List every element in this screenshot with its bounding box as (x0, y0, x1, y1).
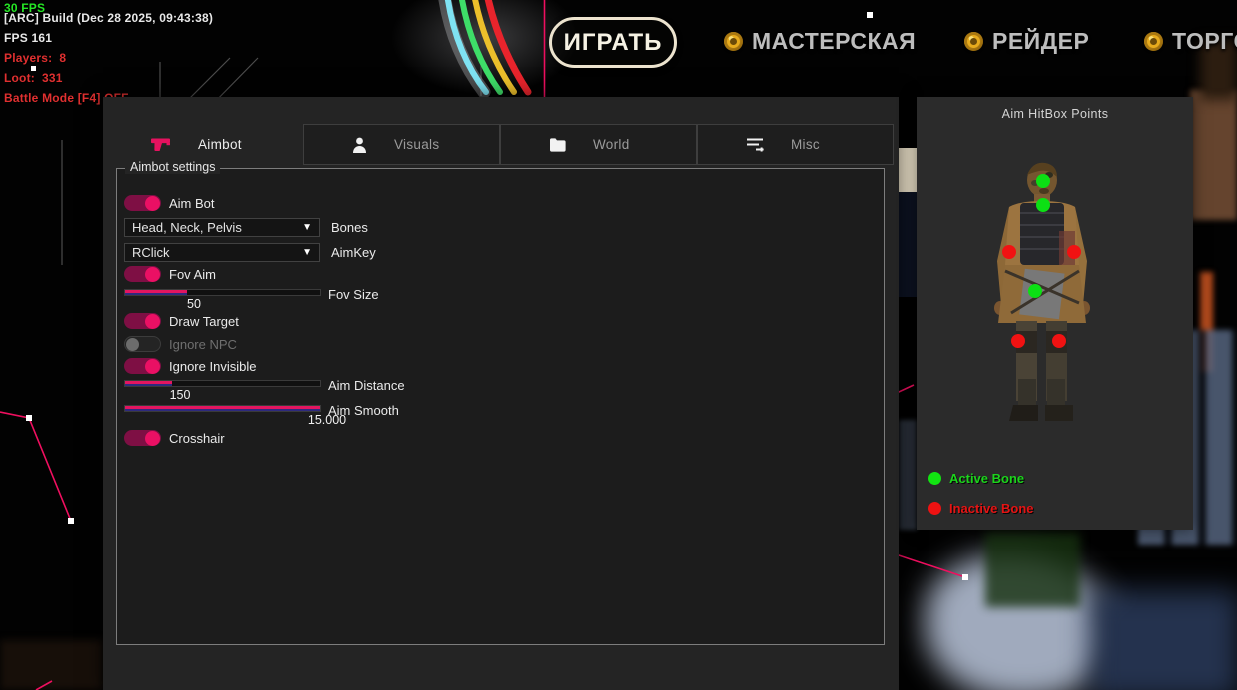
hitbox-preview-panel: Aim HitBox Points (917, 97, 1193, 530)
bones-label: Bones (331, 220, 368, 235)
bones-dropdown-value: Head, Neck, Pelvis (132, 220, 302, 235)
tab-visuals[interactable]: Visuals (303, 124, 500, 165)
bone-dot-pelvis[interactable] (1028, 284, 1042, 298)
aim-smooth-slider[interactable] (124, 405, 321, 412)
folder-icon (549, 138, 566, 152)
bone-dot-right-arm[interactable] (1067, 245, 1081, 259)
slider-fill (125, 290, 187, 295)
tab-label: Visuals (394, 137, 439, 152)
toggle-knob (145, 314, 160, 329)
ignore-invisible-label: Ignore Invisible (169, 359, 256, 374)
coin-icon (964, 32, 983, 51)
aimkey-label: AimKey (331, 245, 376, 260)
aimbot-settings-group: Aimbot settings Aim Bot Head, Neck, Pelv… (116, 168, 885, 645)
legend-label: Inactive Bone (949, 501, 1034, 516)
crosshair-label: Crosshair (169, 431, 225, 446)
menu-item-label: ТОРГО (1172, 28, 1237, 55)
chevron-down-icon: ▼ (302, 223, 312, 233)
tab-label: Misc (791, 137, 820, 152)
cheat-menu-panel: Aimbot Visuals World Misc (103, 97, 899, 690)
fov-aim-label: Fov Aim (169, 267, 216, 282)
hud-players: Players: 8 (4, 51, 66, 65)
aim-distance-value: 150 (160, 388, 200, 402)
game-screen: 30 FPS [ARC] Build (Dec 28 2025, 09:43:3… (0, 0, 1237, 690)
draw-target-label: Draw Target (169, 314, 239, 329)
pistol-icon (151, 137, 171, 152)
sliders-icon (746, 137, 764, 152)
coin-icon (724, 32, 743, 51)
toggle-knob (126, 338, 139, 351)
crosshair-toggle[interactable] (124, 430, 161, 446)
bone-dot-right-knee[interactable] (1052, 334, 1066, 348)
legend-label: Active Bone (949, 471, 1024, 486)
tab-label: World (593, 137, 630, 152)
tab-world[interactable]: World (500, 124, 697, 165)
ignore-npc-toggle[interactable] (124, 336, 161, 352)
aim-bot-label: Aim Bot (169, 196, 215, 211)
person-icon (352, 137, 367, 153)
bone-dot-head[interactable] (1036, 174, 1050, 188)
toggle-knob (145, 196, 160, 211)
ignore-invisible-toggle[interactable] (124, 358, 161, 374)
aim-smooth-label: Aim Smooth (328, 403, 399, 418)
hud-build-info: [ARC] Build (Dec 28 2025, 09:43:38) (4, 11, 213, 25)
tab-misc[interactable]: Misc (697, 124, 894, 165)
bone-dot-left-arm[interactable] (1002, 245, 1016, 259)
bone-dot-left-knee[interactable] (1011, 334, 1025, 348)
fov-size-slider[interactable] (124, 289, 321, 296)
menu-item-workshop[interactable]: МАСТЕРСКАЯ (724, 28, 916, 55)
tab-bar: Aimbot Visuals World Misc (103, 124, 899, 165)
legend-inactive-bone: Inactive Bone (928, 501, 1034, 516)
group-title: Aimbot settings (125, 160, 220, 174)
menu-item-label: МАСТЕРСКАЯ (752, 28, 916, 55)
fov-aim-toggle[interactable] (124, 266, 161, 282)
fov-size-value: 50 (174, 297, 214, 311)
bones-dropdown[interactable]: Head, Neck, Pelvis ▼ (124, 218, 320, 237)
menu-item-raider[interactable]: РЕЙДЕР (964, 28, 1089, 55)
toggle-knob (145, 431, 160, 446)
slider-fill (125, 406, 320, 411)
chevron-down-icon: ▼ (302, 248, 312, 258)
ignore-npc-label: Ignore NPC (169, 337, 237, 352)
aimkey-dropdown[interactable]: RClick ▼ (124, 243, 320, 262)
draw-target-toggle[interactable] (124, 313, 161, 329)
rainbow-sign (444, 0, 528, 92)
aim-distance-slider[interactable] (124, 380, 321, 387)
legend-active-bone: Active Bone (928, 471, 1024, 486)
play-button[interactable]: ИГРАТЬ (549, 17, 677, 68)
toggle-knob (145, 359, 160, 374)
toggle-knob (145, 267, 160, 282)
slider-fill (125, 381, 172, 386)
hitbox-points-layer (917, 97, 1193, 530)
tab-aimbot[interactable]: Aimbot (103, 124, 303, 165)
bone-dot-neck[interactable] (1036, 198, 1050, 212)
coin-icon (1144, 32, 1163, 51)
hud-fps: FPS 161 (4, 31, 52, 45)
menu-item-trade[interactable]: ТОРГО (1144, 28, 1237, 55)
menu-item-label: РЕЙДЕР (992, 28, 1089, 55)
aim-bot-toggle[interactable] (124, 195, 161, 211)
aimkey-dropdown-value: RClick (132, 245, 302, 260)
fov-size-label: Fov Size (328, 287, 379, 302)
green-dot-icon (928, 472, 941, 485)
play-button-label: ИГРАТЬ (564, 29, 663, 57)
aim-distance-label: Aim Distance (328, 378, 405, 393)
hud-loot: Loot: 331 (4, 71, 63, 85)
red-dot-icon (928, 502, 941, 515)
tab-label: Aimbot (198, 137, 242, 152)
